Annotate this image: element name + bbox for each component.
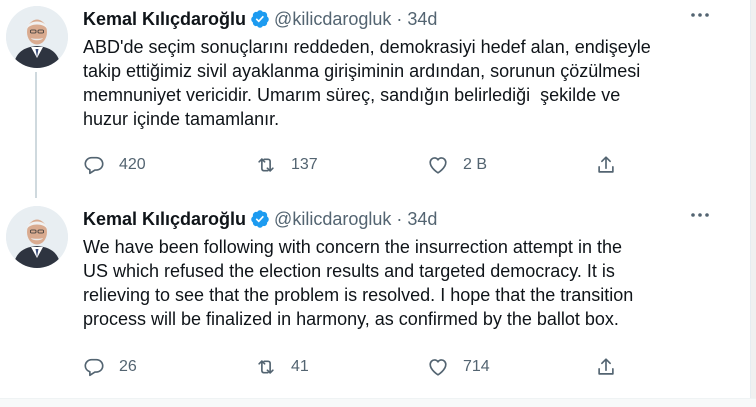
share-icon (598, 358, 614, 375)
retweet-count: 137 (291, 156, 318, 173)
reply-button[interactable]: 26 (83, 350, 137, 384)
author-name[interactable]: Kemal Kılıçdaroğlu (83, 9, 246, 30)
reply-count: 26 (119, 358, 137, 375)
author-handle[interactable]: @kilicdarogluk (274, 209, 391, 230)
tweet-text: ABD'de seçim sonuçlarını reddeden, demok… (83, 37, 651, 129)
like-count: 2 B (463, 156, 488, 173)
verified-badge-icon (251, 10, 269, 28)
retweet-icon (258, 158, 274, 172)
retweet-button[interactable]: 41 (255, 350, 309, 384)
like-button[interactable]: 714 (427, 350, 490, 384)
avatar-column (6, 206, 70, 268)
feed-divider (0, 398, 756, 407)
reply-icon (84, 358, 104, 377)
share-button[interactable] (595, 148, 617, 182)
retweet-count: 41 (291, 358, 309, 375)
tweet-thread: Kemal Kılıçdaroğlu @kilicdarogluk · 34d … (0, 0, 756, 407)
tweet-timestamp[interactable]: 34d (407, 209, 437, 230)
more-options-icon[interactable] (690, 10, 710, 20)
share-icon (598, 156, 614, 173)
retweet-icon (258, 360, 274, 374)
avatar-column (6, 6, 70, 68)
tweet-header: Kemal Kılıçdaroğlu @kilicdarogluk · 34d (83, 207, 723, 231)
reply-icon (84, 156, 104, 175)
scrollbar-track[interactable] (750, 0, 756, 398)
reply-count: 420 (119, 156, 146, 173)
tweet-content: Kemal Kılıçdaroğlu @kilicdarogluk · 34d … (83, 7, 723, 131)
separator-dot: · (396, 8, 403, 29)
avatar[interactable] (6, 6, 68, 68)
more-options-icon[interactable] (690, 210, 710, 220)
author-name[interactable]: Kemal Kılıçdaroğlu (83, 209, 246, 230)
like-icon (429, 359, 447, 376)
avatar[interactable] (6, 206, 68, 268)
like-icon (429, 157, 447, 174)
thread-connector-line (35, 72, 37, 198)
tweet[interactable]: Kemal Kılıçdaroğlu @kilicdarogluk · 34d … (0, 0, 750, 200)
tweet-actions: 26 41 714 (83, 350, 623, 384)
verified-badge-icon (251, 210, 269, 228)
separator-dot: · (396, 208, 403, 229)
tweet-header: Kemal Kılıçdaroğlu @kilicdarogluk · 34d (83, 7, 723, 31)
reply-button[interactable]: 420 (83, 148, 146, 182)
tweet-content: Kemal Kılıçdaroğlu @kilicdarogluk · 34d … (83, 207, 723, 331)
like-button[interactable]: 2 B (427, 148, 487, 182)
tweet-text: We have been following with concern the … (83, 237, 634, 329)
like-count: 714 (463, 358, 490, 375)
tweet-actions: 420 137 2 B (83, 148, 623, 182)
retweet-button[interactable]: 137 (255, 148, 318, 182)
tweet-timestamp[interactable]: 34d (407, 9, 437, 30)
author-handle[interactable]: @kilicdarogluk (274, 9, 391, 30)
share-button[interactable] (595, 350, 617, 384)
tweet[interactable]: Kemal Kılıçdaroğlu @kilicdarogluk · 34d … (0, 200, 750, 398)
